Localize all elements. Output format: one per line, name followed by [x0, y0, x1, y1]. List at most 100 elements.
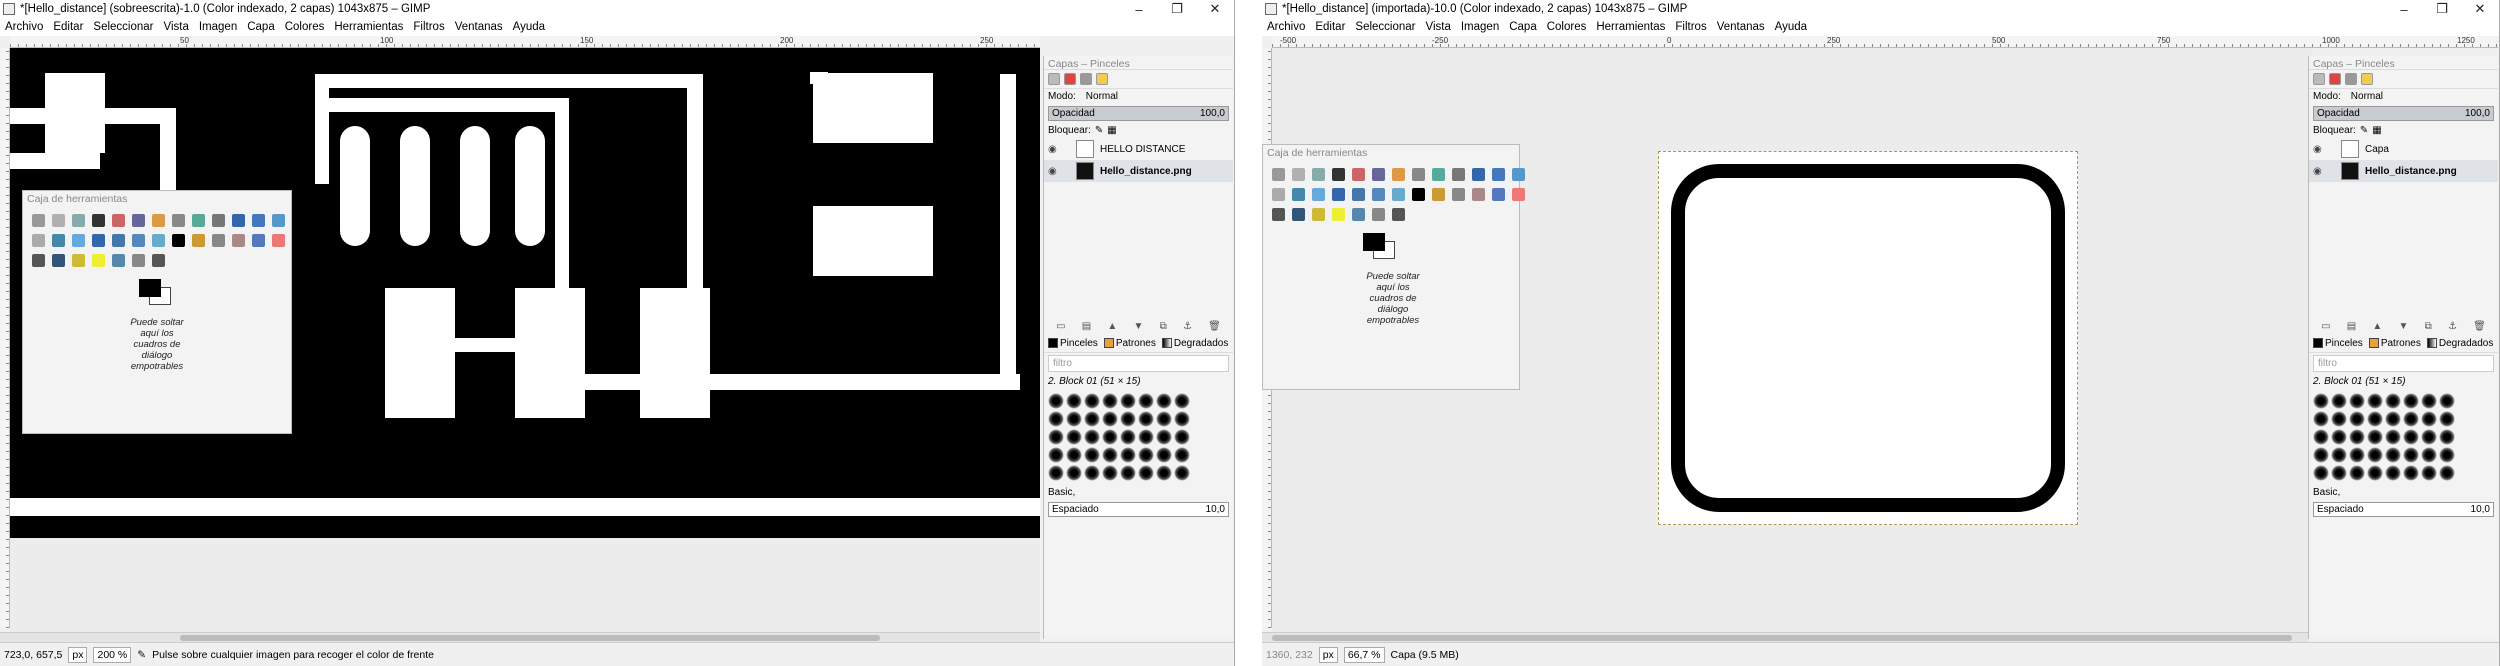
- eye-icon[interactable]: ◉: [1048, 144, 1062, 155]
- brush-item[interactable]: [1174, 393, 1190, 409]
- dodge-burn-icon[interactable]: [132, 254, 145, 267]
- brush-item[interactable]: [2313, 447, 2329, 463]
- brush-item[interactable]: [2385, 411, 2401, 427]
- new-group-icon[interactable]: ▤: [2347, 321, 2356, 332]
- menu-ventanas[interactable]: Ventanas: [1712, 21, 1770, 33]
- warp-icon[interactable]: [152, 234, 165, 247]
- duplicate-icon[interactable]: ⧉: [1160, 321, 1167, 332]
- zoom-select[interactable]: 66,7 %: [1343, 646, 1385, 663]
- tab-pinceles[interactable]: Pinceles: [1048, 338, 1098, 349]
- brush-item[interactable]: [2367, 447, 2383, 463]
- rect-select-icon[interactable]: [1272, 168, 1285, 181]
- menu-ayuda[interactable]: Ayuda: [508, 21, 550, 33]
- brush-item[interactable]: [2421, 429, 2437, 445]
- border-image[interactable]: [1658, 151, 2078, 525]
- layers-tab-icon[interactable]: [2313, 73, 2325, 85]
- brush-item[interactable]: [1174, 465, 1190, 481]
- foreground-select-icon[interactable]: [1372, 168, 1385, 181]
- brush-item[interactable]: [2349, 393, 2365, 409]
- maximize-icon[interactable]: ❐: [1158, 1, 1196, 17]
- eye-icon[interactable]: ◉: [2313, 144, 2327, 155]
- text-icon[interactable]: [1412, 188, 1425, 201]
- lock-alpha-icon[interactable]: ▦: [1107, 125, 1116, 136]
- brush-grid[interactable]: [2309, 389, 2498, 485]
- brush-item[interactable]: [1048, 465, 1064, 481]
- blur-icon[interactable]: [1392, 208, 1405, 221]
- brush-item[interactable]: [2439, 447, 2455, 463]
- smudge-icon[interactable]: [112, 254, 125, 267]
- align-icon[interactable]: [1492, 168, 1505, 181]
- menu-imagen[interactable]: Imagen: [194, 21, 242, 33]
- layer-name[interactable]: Hello_distance.png: [1100, 166, 1192, 177]
- move-icon[interactable]: [232, 214, 245, 227]
- menu-colores[interactable]: Colores: [280, 21, 330, 33]
- tab-pinceles[interactable]: Pinceles: [2313, 338, 2363, 349]
- brush-item[interactable]: [2349, 447, 2365, 463]
- menu-herramientas[interactable]: Herramientas: [329, 21, 408, 33]
- horizontal-ruler[interactable]: 50 100 150 200 250: [10, 36, 1040, 48]
- brush-item[interactable]: [2367, 429, 2383, 445]
- brush-item[interactable]: [1084, 393, 1100, 409]
- scrollbar-thumb[interactable]: [1272, 635, 2292, 641]
- airbrush-icon[interactable]: [32, 254, 45, 267]
- fg-bg-color-selector[interactable]: [139, 279, 175, 309]
- brush-item[interactable]: [2439, 411, 2455, 427]
- brush-item[interactable]: [1066, 393, 1082, 409]
- brush-item[interactable]: [2367, 393, 2383, 409]
- menu-imagen[interactable]: Imagen: [1456, 21, 1504, 33]
- clone-icon[interactable]: [72, 254, 85, 267]
- spacing-slider[interactable]: Espaciado 10,0: [1048, 502, 1229, 517]
- opacity-slider[interactable]: Opacidad 100,0: [1048, 106, 1229, 121]
- scale-icon[interactable]: [52, 234, 65, 247]
- layer-name[interactable]: Hello_distance.png: [2365, 166, 2457, 177]
- tab-patrones[interactable]: Patrones: [1103, 338, 1156, 349]
- brush-item[interactable]: [2313, 393, 2329, 409]
- zoom-icon[interactable]: [1432, 168, 1445, 181]
- brush-item[interactable]: [1084, 465, 1100, 481]
- brush-item[interactable]: [2385, 465, 2401, 481]
- layer-name[interactable]: Capa: [2365, 144, 2389, 155]
- brush-item[interactable]: [2313, 429, 2329, 445]
- menu-archivo[interactable]: Archivo: [0, 21, 48, 33]
- align-icon[interactable]: [252, 214, 265, 227]
- scissors-icon[interactable]: [92, 214, 105, 227]
- bucket-fill-icon[interactable]: [1432, 188, 1445, 201]
- brush-item[interactable]: [2403, 411, 2419, 427]
- layer-row[interactable]: ◉ Capa: [2309, 138, 2498, 160]
- crop-icon[interactable]: [1512, 168, 1525, 181]
- measure-icon[interactable]: [212, 214, 225, 227]
- lock-pixels-icon[interactable]: ✎: [1095, 125, 1103, 136]
- brush-item[interactable]: [1102, 465, 1118, 481]
- brush-item[interactable]: [2313, 465, 2329, 481]
- brush-item[interactable]: [1102, 447, 1118, 463]
- brush-item[interactable]: [2313, 411, 2329, 427]
- scale-icon[interactable]: [1292, 188, 1305, 201]
- anchor-icon[interactable]: ⚓: [1183, 321, 1192, 332]
- minimize-icon[interactable]: –: [2385, 2, 2423, 17]
- ellipse-select-icon[interactable]: [52, 214, 65, 227]
- brush-item[interactable]: [1102, 393, 1118, 409]
- foreground-color-swatch[interactable]: [1363, 233, 1385, 251]
- brush-item[interactable]: [2439, 465, 2455, 481]
- filter-input[interactable]: filtro: [2313, 355, 2494, 372]
- brush-item[interactable]: [2403, 447, 2419, 463]
- blend-icon[interactable]: [212, 234, 225, 247]
- menu-ayuda[interactable]: Ayuda: [1770, 21, 1812, 33]
- rect-select-icon[interactable]: [32, 214, 45, 227]
- brush-item[interactable]: [2421, 393, 2437, 409]
- anchor-icon[interactable]: ⚓: [2448, 321, 2457, 332]
- channels-tab-icon[interactable]: [2329, 73, 2341, 85]
- brush-item[interactable]: [1120, 393, 1136, 409]
- perspective-icon[interactable]: [1332, 188, 1345, 201]
- zoom-select[interactable]: 200 %: [93, 646, 132, 663]
- menu-seleccionar[interactable]: Seleccionar: [1350, 21, 1420, 33]
- undo-tab-icon[interactable]: [1096, 73, 1108, 85]
- shear-icon[interactable]: [72, 234, 85, 247]
- paths-icon[interactable]: [152, 214, 165, 227]
- mode-select[interactable]: Normal: [2351, 91, 2383, 102]
- cage-icon[interactable]: [1372, 188, 1385, 201]
- warp-icon[interactable]: [1392, 188, 1405, 201]
- delete-icon[interactable]: 🗑: [2473, 321, 2486, 332]
- tab-degradados[interactable]: Degradados: [2426, 338, 2493, 349]
- brush-item[interactable]: [1174, 447, 1190, 463]
